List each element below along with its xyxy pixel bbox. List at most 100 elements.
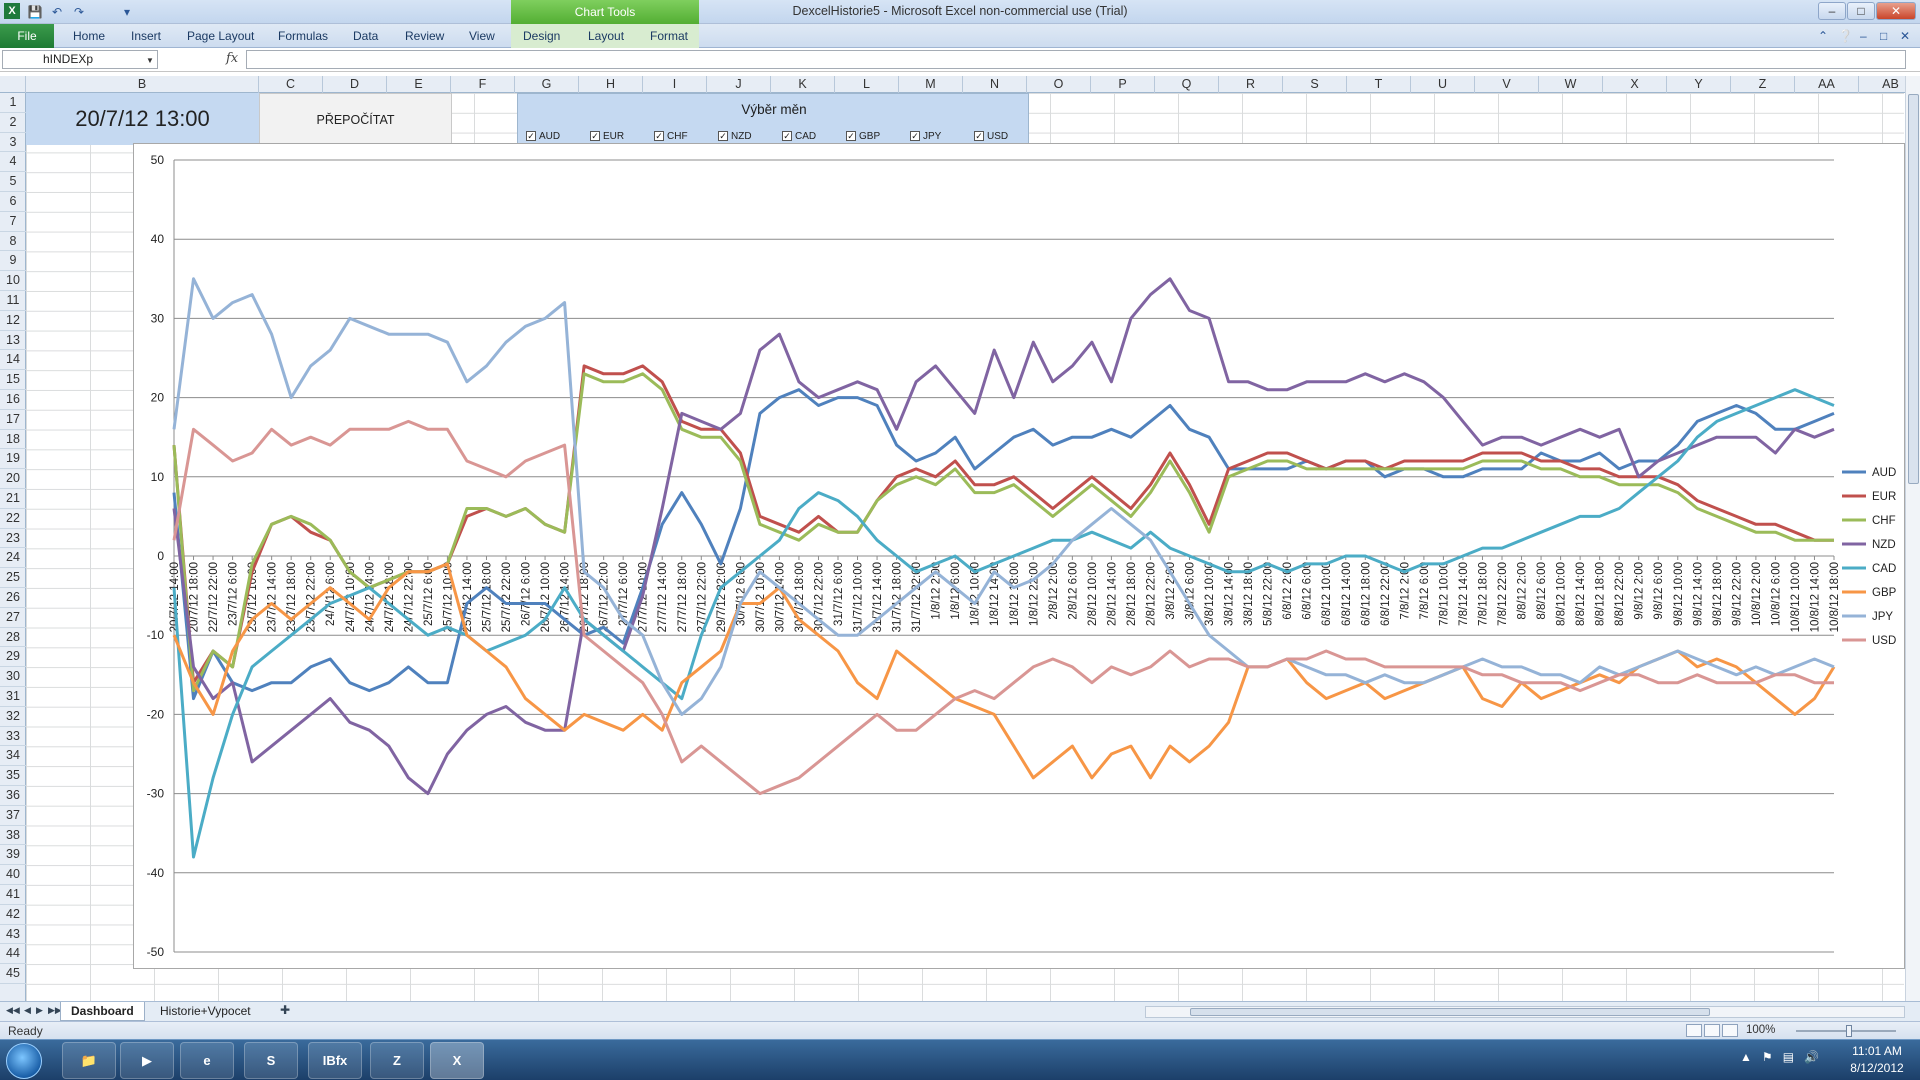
column-header-o[interactable]: O	[1027, 76, 1091, 93]
row-header-21[interactable]: 21	[0, 489, 26, 509]
formula-input[interactable]	[246, 50, 1906, 69]
checkbox-check-icon[interactable]: ✓	[654, 131, 664, 142]
column-header-n[interactable]: N	[963, 76, 1027, 93]
row-header-4[interactable]: 4	[0, 152, 26, 173]
insert-function-icon[interactable]: fx	[226, 51, 238, 66]
tab-design[interactable]: Design	[523, 24, 560, 48]
column-header-i[interactable]: I	[643, 76, 707, 93]
tray-expand-icon[interactable]: ▲	[1740, 1050, 1752, 1064]
row-header-11[interactable]: 11	[0, 291, 26, 311]
row-header-26[interactable]: 26	[0, 588, 26, 608]
row-header-20[interactable]: 20	[0, 469, 26, 489]
row-header-35[interactable]: 35	[0, 766, 26, 786]
tab-view[interactable]: View	[469, 24, 495, 48]
file-tab[interactable]: File	[0, 24, 54, 48]
start-button[interactable]	[6, 1043, 42, 1079]
sheet-tab-dashboard[interactable]: Dashboard	[60, 1002, 145, 1021]
media-player-icon[interactable]: ▶	[120, 1042, 174, 1079]
row-header-14[interactable]: 14	[0, 350, 26, 371]
row-header-33[interactable]: 33	[0, 727, 26, 747]
column-header-w[interactable]: W	[1539, 76, 1603, 93]
row-header-36[interactable]: 36	[0, 786, 26, 806]
column-header-v[interactable]: V	[1475, 76, 1539, 93]
excel-taskbar-icon[interactable]: X	[430, 1042, 484, 1079]
tab-home[interactable]: Home	[73, 24, 105, 48]
row-header-15[interactable]: 15	[0, 370, 26, 390]
row-header-9[interactable]: 9	[0, 251, 26, 272]
row-header-37[interactable]: 37	[0, 806, 26, 826]
row-header-7[interactable]: 7	[0, 212, 26, 232]
column-header-t[interactable]: T	[1347, 76, 1411, 93]
checkbox-check-icon[interactable]: ✓	[782, 131, 792, 142]
zoom-app-icon[interactable]: Z	[370, 1042, 424, 1079]
explorer-icon[interactable]: 📁	[62, 1042, 116, 1079]
insert-sheet-icon[interactable]: ✚	[280, 1003, 290, 1017]
row-header-25[interactable]: 25	[0, 568, 26, 588]
column-header-e[interactable]: E	[387, 76, 451, 93]
vertical-scrollbar[interactable]	[1905, 76, 1920, 1001]
column-header-d[interactable]: D	[323, 76, 387, 93]
column-header-l[interactable]: L	[835, 76, 899, 93]
network-icon[interactable]: ▤	[1783, 1050, 1794, 1064]
row-header-18[interactable]: 18	[0, 430, 26, 450]
maximize-button[interactable]: □	[1847, 2, 1875, 20]
checkbox-check-icon[interactable]: ✓	[846, 131, 856, 142]
column-header-s[interactable]: S	[1283, 76, 1347, 93]
column-header-m[interactable]: M	[899, 76, 963, 93]
prev-sheet-icon[interactable]: ◀	[24, 1005, 31, 1016]
sheet-tab-historie[interactable]: Historie+Vypocet	[150, 1002, 261, 1021]
row-header-1[interactable]: 1	[0, 93, 26, 113]
tab-formulas[interactable]: Formulas	[278, 24, 328, 48]
column-header-c[interactable]: C	[259, 76, 323, 93]
checkbox-check-icon[interactable]: ✓	[974, 131, 984, 142]
page-break-view-icon[interactable]	[1722, 1024, 1738, 1037]
clock-time[interactable]: 11:01 AM	[1842, 1044, 1912, 1058]
column-header-q[interactable]: Q	[1155, 76, 1219, 93]
ribbon-collapse-icon[interactable]: ⌃	[1818, 29, 1828, 43]
row-header-42[interactable]: 42	[0, 905, 26, 925]
workbook-close-icon[interactable]: ✕	[1900, 29, 1910, 43]
row-header-16[interactable]: 16	[0, 390, 26, 410]
row-header-5[interactable]: 5	[0, 172, 26, 192]
row-header-45[interactable]: 45	[0, 964, 26, 984]
ibfx-icon[interactable]: IBfx	[308, 1042, 362, 1079]
row-header-32[interactable]: 32	[0, 707, 26, 727]
row-header-40[interactable]: 40	[0, 865, 26, 885]
column-header-j[interactable]: J	[707, 76, 771, 93]
help-icon[interactable]: ❔	[1838, 29, 1853, 43]
column-header-u[interactable]: U	[1411, 76, 1475, 93]
column-header-f[interactable]: F	[451, 76, 515, 93]
row-header-43[interactable]: 43	[0, 925, 26, 945]
row-header-41[interactable]: 41	[0, 885, 26, 905]
zoom-level[interactable]: 100%	[1746, 1024, 1775, 1036]
column-header-aa[interactable]: AA	[1795, 76, 1859, 93]
select-all-corner[interactable]	[0, 76, 26, 93]
name-box[interactable]: hINDEXp	[2, 50, 158, 69]
skype-icon[interactable]: S	[244, 1042, 298, 1079]
clock-date[interactable]: 8/12/2012	[1842, 1061, 1912, 1075]
row-header-8[interactable]: 8	[0, 232, 26, 252]
column-header-h[interactable]: H	[579, 76, 643, 93]
tab-layout[interactable]: Layout	[588, 24, 624, 48]
internet-explorer-icon[interactable]: e	[180, 1042, 234, 1079]
row-header-23[interactable]: 23	[0, 529, 26, 549]
tab-insert[interactable]: Insert	[131, 24, 161, 48]
checkbox-check-icon[interactable]: ✓	[910, 131, 920, 142]
row-header-17[interactable]: 17	[0, 410, 26, 430]
row-header-22[interactable]: 22	[0, 509, 26, 529]
vertical-scroll-thumb[interactable]	[1908, 94, 1919, 484]
column-header-z[interactable]: Z	[1731, 76, 1795, 93]
row-header-2[interactable]: 2	[0, 113, 26, 133]
datetime-cell[interactable]: 20/7/12 13:00	[26, 93, 259, 145]
row-header-24[interactable]: 24	[0, 548, 26, 569]
workbook-restore-icon[interactable]: □	[1880, 29, 1887, 43]
column-header-g[interactable]: G	[515, 76, 579, 93]
row-header-28[interactable]: 28	[0, 628, 26, 648]
row-header-34[interactable]: 34	[0, 746, 26, 767]
horizontal-scrollbar[interactable]	[1145, 1006, 1905, 1018]
row-header-29[interactable]: 29	[0, 647, 26, 668]
zoom-slider-thumb[interactable]	[1846, 1025, 1852, 1037]
minimize-button[interactable]: –	[1818, 2, 1846, 20]
row-header-38[interactable]: 38	[0, 826, 26, 846]
column-header-y[interactable]: Y	[1667, 76, 1731, 93]
